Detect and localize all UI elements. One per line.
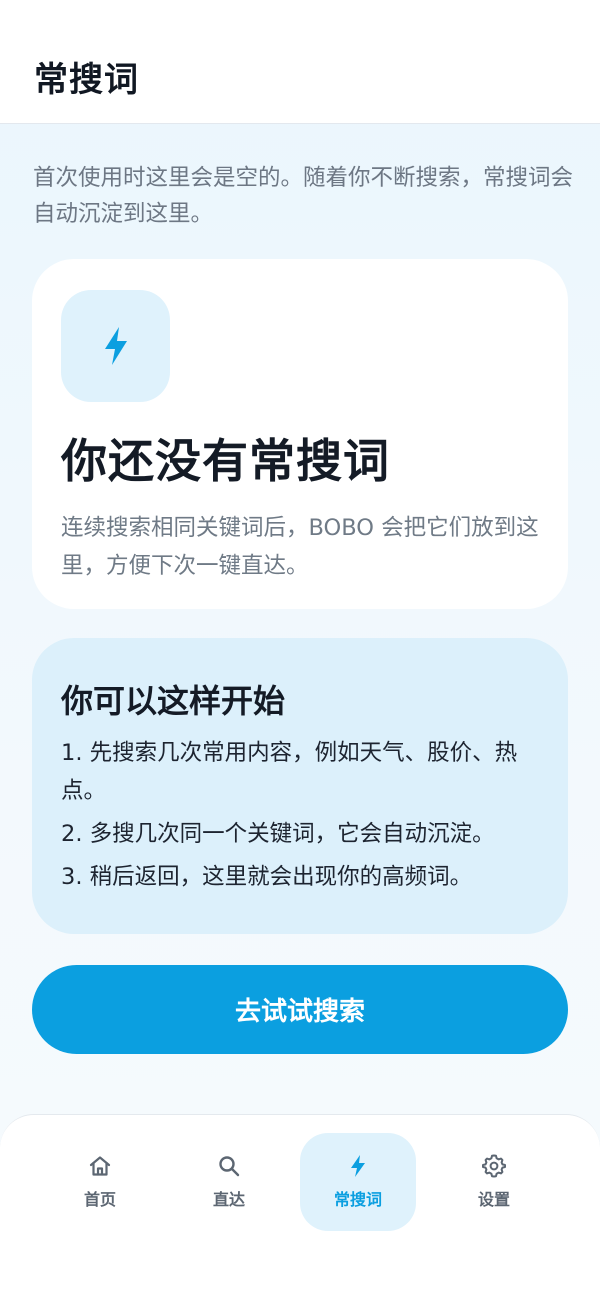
page-title: 常搜词: [34, 60, 139, 100]
getting-started-title: 你可以这样开始: [61, 682, 286, 720]
tab-label: 直达: [212, 1190, 245, 1209]
try-search-button[interactable]: 去试试搜索: [32, 965, 568, 1054]
bolt-icon: [104, 327, 127, 365]
bottom-tab-bar: 首页 直达 常搜词 设置: [0, 1114, 600, 1299]
getting-started-card: 你可以这样开始 1. 先搜索几次常用内容，例如天气、股价、热点。 2. 多搜几次…: [32, 638, 568, 934]
tab-label: 设置: [477, 1190, 510, 1209]
empty-state-icon-tile: [61, 290, 170, 402]
gear-icon: [482, 1154, 506, 1178]
empty-state-description: 连续搜索相同关键词后，BOBO 会把它们放到这里，方便下次一键直达。: [61, 515, 539, 579]
bolt-icon: [351, 1155, 365, 1177]
tab-label: 常搜词: [333, 1190, 382, 1209]
tip-item: 3. 稍后返回，这里就会出现你的高频词。: [61, 864, 473, 890]
tab-frequent-searches[interactable]: 常搜词: [300, 1133, 416, 1231]
tip-item: 1. 先搜索几次常用内容，例如天气、股价、热点。: [61, 740, 518, 804]
empty-state-title: 你还没有常搜词: [61, 434, 390, 488]
tab-label: 首页: [83, 1190, 116, 1209]
tab-settings[interactable]: 设置: [436, 1133, 552, 1231]
getting-started-list: 1. 先搜索几次常用内容，例如天气、股价、热点。 2. 多搜几次同一个关键词，它…: [61, 734, 551, 901]
home-icon: [89, 1156, 111, 1176]
empty-state-card: 你还没有常搜词 连续搜索相同关键词后，BOBO 会把它们放到这里，方便下次一键直…: [32, 259, 568, 609]
tip-item: 2. 多搜几次同一个关键词，它会自动沉淀。: [61, 821, 495, 847]
intro-text: 首次使用时这里会是空的。随着你不断搜索，常搜词会自动沉淀到这里。: [33, 165, 574, 227]
tab-home[interactable]: 首页: [42, 1133, 158, 1231]
search-icon: [219, 1156, 240, 1177]
tab-direct[interactable]: 直达: [171, 1133, 287, 1231]
top-bar: 常搜词: [0, 0, 600, 124]
